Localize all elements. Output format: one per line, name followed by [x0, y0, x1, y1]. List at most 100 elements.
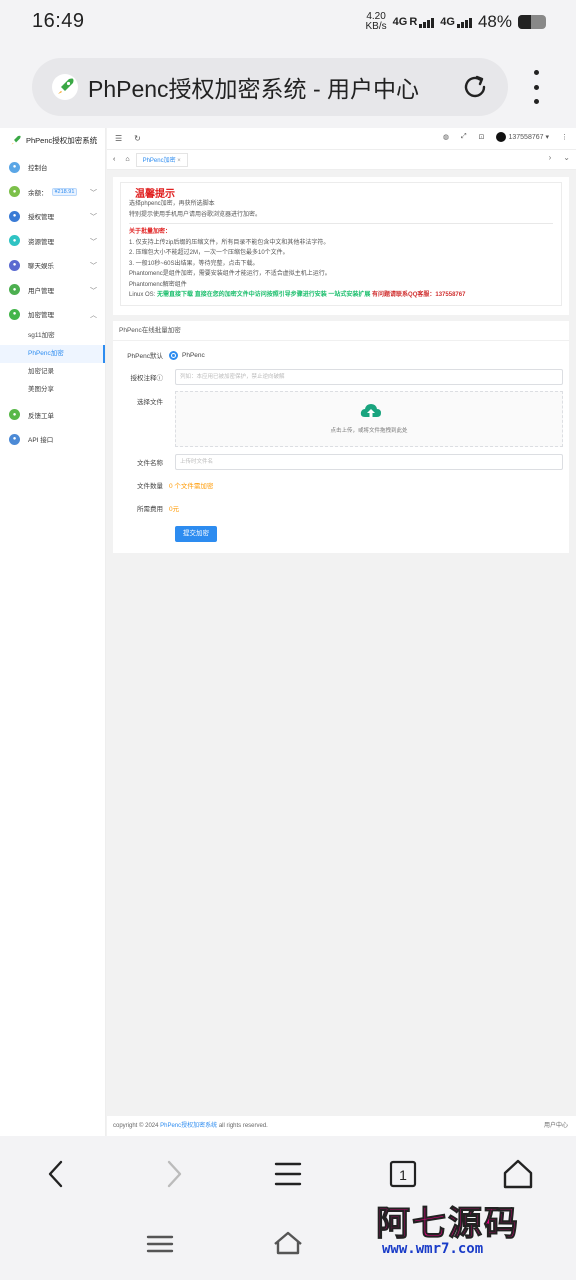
- menu-toggle-icon[interactable]: ☰: [115, 134, 122, 143]
- note-row: 授权注释ⓘ 列如：本应用已被加密保护，禁止逆向破解: [113, 369, 569, 385]
- notice-rule: 2. 压缩包大小不能超过2M，一次一个压缩包最多10个文件。: [129, 250, 289, 256]
- sidebar-item-4[interactable]: ● 聊天娱乐 ﹀: [0, 253, 105, 278]
- system-recent-icon[interactable]: [146, 1232, 174, 1256]
- system-home-icon[interactable]: [272, 1230, 304, 1256]
- tabs-icon[interactable]: 1: [383, 1154, 423, 1194]
- notice-card: 温馨提示 选择phpenc加密，再获所选脚本 特别提示使用手机用户请用谷歌浏览器…: [113, 177, 569, 315]
- svg-text:1: 1: [399, 1167, 407, 1183]
- signal-1: 4G R: [393, 16, 435, 28]
- battery-percent: 48%: [477, 12, 512, 31]
- sidebar-item-5[interactable]: ● 用户管理 ﹀: [0, 278, 105, 303]
- sidebar-item-label: 用户管理: [28, 287, 54, 295]
- sidebar-item-6[interactable]: ● 加密管理 ︿: [0, 302, 105, 327]
- watermark-logo: 阿七源码 www.wmr7.com: [376, 1196, 546, 1258]
- close-icon[interactable]: ×: [177, 158, 181, 164]
- fullscreen-icon[interactable]: ⤢: [461, 133, 467, 141]
- notice-rule: 3. 一般10秒~60S出结果，等待完整，点击下载。: [129, 260, 259, 267]
- sidebar-item-bottom-0[interactable]: ● 反馈工单: [0, 403, 105, 428]
- sidebar-subitem[interactable]: 美图分享: [0, 381, 105, 399]
- tab-label: PhPenc加密: [142, 157, 176, 164]
- tab-next-icon[interactable]: ›: [549, 153, 552, 162]
- linux-text[interactable]: 无需直接下载 直接在您的加密文件中访问按照引导步骤进行安装 一站式安装扩展: [157, 292, 370, 298]
- sidebar-item-1[interactable]: ● 余额： ¥218.91 ﹀: [0, 180, 105, 205]
- radio-checked-icon: [169, 350, 178, 360]
- upload-hint: 点击上传，或将文件拖拽到此处: [330, 428, 408, 434]
- avatar: [496, 132, 507, 142]
- sidebar-subitem[interactable]: PhPenc加密: [0, 344, 105, 363]
- refresh-icon[interactable]: ↻: [134, 134, 141, 143]
- upload-dropzone[interactable]: 点击上传，或将文件拖拽到此处: [175, 391, 563, 447]
- home-tab-icon[interactable]: ⌂: [125, 156, 129, 163]
- sidebar-item-label: 控制台: [28, 165, 48, 173]
- home-icon[interactable]: [498, 1154, 538, 1194]
- filename-input[interactable]: 上传时文件名: [175, 454, 563, 470]
- chat-icon: ●: [9, 259, 20, 271]
- watermark-url: www.wmr7.com: [382, 1241, 484, 1257]
- more-vertical-icon[interactable]: [528, 70, 544, 104]
- sidebar-item-2[interactable]: ● 授权管理 ﹀: [0, 204, 105, 229]
- note-input[interactable]: 列如：本应用已被加密保护，禁止逆向破解: [175, 369, 563, 385]
- status-bar: 16:49 4.20 KB/s 4G R 4G 48%: [0, 0, 576, 44]
- signal-2: 4G: [440, 16, 472, 28]
- brand-name: PhPenc授权加密系统: [26, 135, 98, 145]
- divider: [129, 223, 553, 224]
- filename-row: 文件名称 上传时文件名: [113, 454, 569, 470]
- back-icon[interactable]: [36, 1154, 76, 1194]
- globe-icon[interactable]: ◍: [443, 133, 449, 141]
- sidebar-subitem[interactable]: sg11加密: [0, 327, 105, 345]
- sidebar-brand[interactable]: PhPenc授权加密系统: [0, 128, 105, 152]
- tab-phpenc[interactable]: PhPenc加密 ×: [135, 152, 188, 167]
- notice-line: Phantomenc解密组件: [129, 281, 187, 288]
- notice-section: 关于批量加密：: [129, 229, 172, 235]
- speed-unit: KB/s: [365, 21, 387, 32]
- chevron-down-icon: ﹀: [90, 263, 97, 270]
- user-menu[interactable]: 1375587​67 ▾: [496, 132, 549, 142]
- form-header: PhPenc在线批量加密: [113, 321, 569, 341]
- file-label: 选择文件: [137, 399, 163, 406]
- encrypt-form: PhPenc在线批量加密 PhPenc默认 PhPenc 授权注释ⓘ 列如：本应…: [113, 321, 569, 553]
- api-icon: ●: [9, 433, 20, 445]
- roaming-mark: R: [409, 16, 418, 28]
- notice-box: 温馨提示 选择phpenc加密，再获所选脚本 特别提示使用手机用户请用谷歌浏览器…: [120, 182, 562, 306]
- sidebar-subitem[interactable]: 加密记录: [0, 363, 105, 381]
- main-content: ☰ ↻ ◍ ⤢ ⊡ 1375587​67 ▾ ⋮ ‹ ⌂ PhPenc加密 × …: [107, 128, 576, 1136]
- cost-row: 所需费用 0元: [113, 502, 569, 514]
- phpenc-radio[interactable]: PhPenc: [169, 350, 205, 360]
- sidebar-item-label: 余额：: [28, 189, 48, 197]
- rights-text: all rights reserved.: [218, 1123, 268, 1129]
- footer-right: 用户中心: [543, 1123, 568, 1129]
- cost-value: 0元: [169, 506, 180, 513]
- network-speed: 4.20 KB/s: [366, 12, 387, 32]
- menu-icon[interactable]: [268, 1154, 308, 1194]
- sidebar-item-3[interactable]: ● 资源管理 ﹀: [0, 229, 105, 254]
- chevron-down-icon: ﹀: [90, 238, 97, 246]
- submit-button[interactable]: 提交加密: [175, 526, 217, 542]
- footer-brand-link[interactable]: PhPenc授权加密系统: [160, 1123, 217, 1129]
- more-icon[interactable]: ⋮: [561, 133, 568, 141]
- tab-prev-icon[interactable]: ‹: [113, 156, 115, 163]
- watermark-cn: 阿七源码: [376, 1204, 520, 1245]
- linux-label: Linux OS:: [129, 292, 156, 298]
- status-indicators: 4.20 KB/s 4G R 4G 48%: [366, 12, 546, 32]
- reload-icon[interactable]: [460, 72, 490, 102]
- dashboard-icon: ●: [9, 161, 20, 173]
- footer: copyright © 2024 PhPenc授权加密系统 all rights…: [107, 1116, 576, 1136]
- sidebar-item-bottom-1[interactable]: ● API 接口: [0, 427, 105, 452]
- tab-dropdown-icon[interactable]: ⌄: [563, 153, 570, 162]
- notice-line: 特别提示使用手机用户请用谷歌浏览器进行加密。: [129, 211, 262, 218]
- contact-text: 有问题请联系QQ客服：137558767: [372, 292, 466, 298]
- lock-icon: ●: [9, 308, 20, 320]
- forward-icon: [167, 1160, 182, 1188]
- top-bar: ☰ ↻ ◍ ⤢ ⊡ 1375587​67 ▾ ⋮: [107, 128, 576, 150]
- battery-icon: [518, 15, 546, 29]
- clock: 16:49: [32, 10, 85, 32]
- signal-bars-icon: [456, 18, 472, 28]
- chevron-up-icon: ︿: [90, 312, 97, 319]
- count-value: 0 个文件需加密: [169, 483, 214, 490]
- info-icon: ⓘ: [156, 375, 164, 382]
- address-bar[interactable]: PhPenc授权加密系统 - 用户中心: [32, 58, 508, 116]
- sidebar-item-0[interactable]: ● 控制台: [0, 155, 105, 180]
- default-row: PhPenc默认 PhPenc: [113, 347, 569, 363]
- lock-screen-icon[interactable]: ⊡: [479, 133, 485, 141]
- network-type-2: 4G: [440, 16, 455, 28]
